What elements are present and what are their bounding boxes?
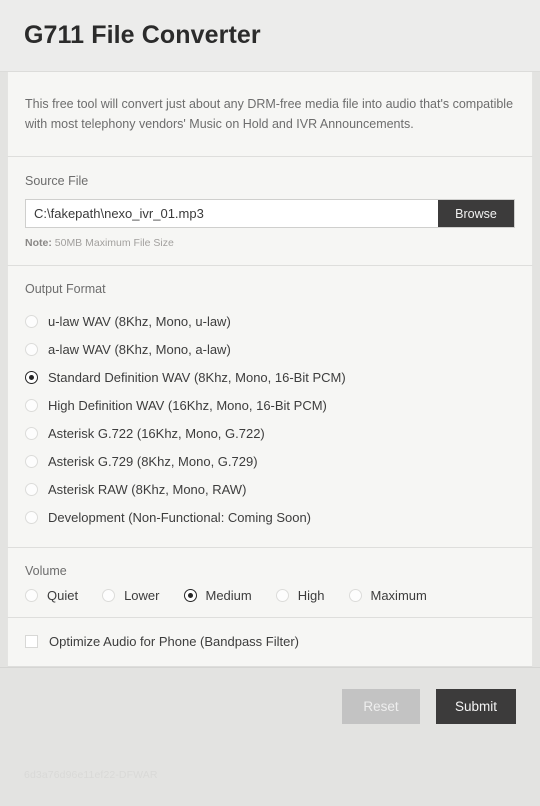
file-size-note: Note: 50MB Maximum File Size — [25, 237, 515, 249]
output-format-option-label: High Definition WAV (16Khz, Mono, 16-Bit… — [48, 397, 327, 413]
radio-icon[interactable] — [25, 370, 38, 384]
app-root: G711 File Converter This free tool will … — [0, 0, 540, 806]
output-format-option[interactable]: Development (Non-Functional: Coming Soon… — [25, 503, 515, 531]
output-format-option[interactable]: Standard Definition WAV (8Khz, Mono, 16-… — [25, 363, 515, 391]
radio-icon[interactable] — [25, 510, 38, 524]
volume-option-label: Maximum — [370, 588, 427, 603]
note-text: 50MB Maximum File Size — [51, 237, 174, 249]
optimize-label: Optimize Audio for Phone (Bandpass Filte… — [49, 634, 300, 649]
footer-actions: Reset Submit — [24, 689, 516, 724]
output-format-option-label: Standard Definition WAV (8Khz, Mono, 16-… — [48, 369, 346, 385]
volume-option-label: Quiet — [47, 588, 79, 603]
output-format-option-label: Asterisk G.722 (16Khz, Mono, G.722) — [48, 425, 265, 441]
volume-option[interactable]: Maximum — [348, 588, 427, 603]
output-format-option-label: Asterisk G.729 (8Khz, Mono, G.729) — [48, 453, 258, 469]
volume-option[interactable]: High — [275, 588, 325, 603]
radio-icon[interactable] — [25, 589, 38, 602]
output-format-option-label: Development (Non-Functional: Coming Soon… — [48, 509, 312, 525]
session-watermark: 6d3a76d96e11ef22-DFWAR — [24, 769, 158, 781]
volume-section: Volume Quiet Lower Medium High Maximum — [7, 548, 533, 618]
radio-icon[interactable] — [275, 589, 289, 602]
browse-button[interactable]: Browse — [438, 200, 514, 227]
radio-icon[interactable] — [25, 454, 38, 468]
volume-option[interactable]: Quiet — [25, 589, 78, 602]
volume-option-label: Medium — [205, 588, 252, 603]
volume-radio-group: Quiet Lower Medium High Maximum — [25, 589, 515, 602]
page-title: G711 File Converter — [24, 21, 261, 49]
output-format-option[interactable]: a-law WAV (8Khz, Mono, a-law) — [25, 335, 515, 363]
optimize-checkbox-row[interactable]: Optimize Audio for Phone (Bandpass Filte… — [25, 635, 515, 648]
radio-icon[interactable] — [25, 342, 38, 356]
optimize-section: Optimize Audio for Phone (Bandpass Filte… — [7, 618, 533, 667]
source-file-section: Source File Browse Note: 50MB Maximum Fi… — [7, 157, 533, 266]
radio-icon[interactable] — [25, 398, 38, 412]
intro-section: This free tool will convert just about a… — [7, 72, 533, 157]
submit-button[interactable]: Submit — [436, 689, 516, 724]
volume-option[interactable]: Lower — [102, 588, 160, 603]
output-format-option-label: Asterisk RAW (8Khz, Mono, RAW) — [48, 481, 247, 497]
output-format-option-label: u-law WAV (8Khz, Mono, u-law) — [48, 313, 231, 329]
output-format-label: Output Format — [25, 282, 106, 296]
radio-icon[interactable] — [25, 426, 38, 440]
radio-icon[interactable] — [102, 589, 116, 602]
source-file-label: Source File — [25, 174, 89, 188]
footer-bar: Reset Submit 6d3a76d96e11ef22-DFWAR — [0, 667, 540, 806]
intro-text: This free tool will convert just about a… — [25, 97, 514, 131]
source-file-row: Browse — [25, 199, 515, 228]
radio-icon[interactable] — [25, 482, 38, 496]
output-format-radio-group: u-law WAV (8Khz, Mono, u-law) a-law WAV (… — [25, 307, 515, 531]
output-format-option[interactable]: Asterisk G.729 (8Khz, Mono, G.729) — [25, 447, 515, 475]
optimize-checkbox[interactable] — [25, 635, 38, 648]
volume-option-label: Lower — [124, 588, 160, 603]
output-format-option[interactable]: u-law WAV (8Khz, Mono, u-law) — [25, 307, 515, 335]
output-format-option[interactable]: High Definition WAV (16Khz, Mono, 16-Bit… — [25, 391, 515, 419]
output-format-option[interactable]: Asterisk RAW (8Khz, Mono, RAW) — [25, 475, 515, 503]
note-prefix: Note: — [25, 237, 52, 249]
source-file-input[interactable] — [26, 200, 438, 227]
radio-icon[interactable] — [25, 314, 38, 328]
radio-icon[interactable] — [348, 589, 362, 602]
radio-icon[interactable] — [183, 589, 197, 602]
output-format-section: Output Format u-law WAV (8Khz, Mono, u-l… — [7, 266, 533, 548]
volume-label: Volume — [25, 564, 67, 578]
output-format-option[interactable]: Asterisk G.722 (16Khz, Mono, G.722) — [25, 419, 515, 447]
volume-option-label: High — [297, 588, 325, 603]
output-format-option-label: a-law WAV (8Khz, Mono, a-law) — [48, 341, 231, 357]
page-header: G711 File Converter — [0, 0, 540, 72]
reset-button[interactable]: Reset — [342, 689, 420, 724]
volume-option[interactable]: Medium — [183, 588, 252, 603]
